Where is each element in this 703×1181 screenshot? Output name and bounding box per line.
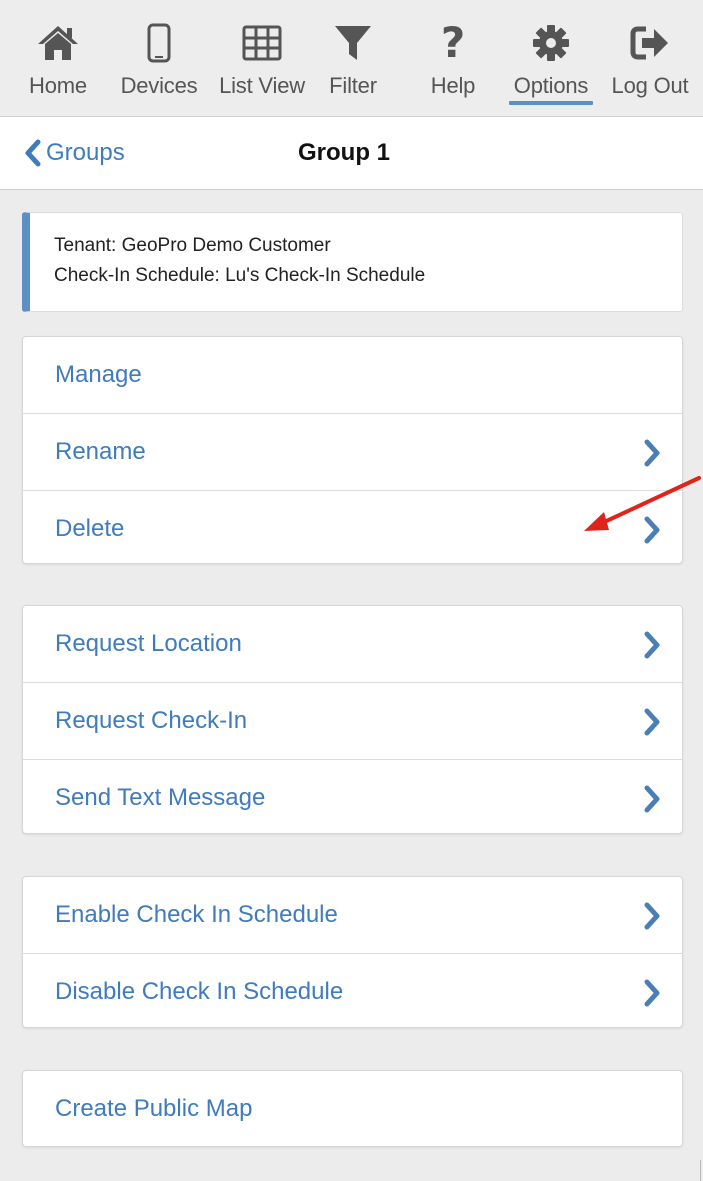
- nav-options[interactable]: Options: [506, 0, 596, 116]
- menu-item-label: Enable Check In Schedule: [55, 901, 338, 928]
- logout-icon: [630, 22, 670, 64]
- nav-filter-label: Filter: [329, 73, 377, 98]
- public-map-card: Create Public Map: [22, 1070, 683, 1147]
- gear-icon: [531, 22, 571, 64]
- nav-log-out-label: Log Out: [611, 73, 689, 98]
- chevron-left-icon: [25, 139, 41, 167]
- chevron-right-icon: [644, 439, 660, 467]
- chevron-right-icon: [644, 631, 660, 659]
- menu-item-request-location[interactable]: Request Location: [23, 606, 682, 683]
- home-icon: [36, 22, 80, 64]
- menu-item-delete[interactable]: Delete: [23, 491, 682, 567]
- nav-devices-label: Devices: [120, 73, 198, 98]
- chevron-right-icon: [644, 785, 660, 813]
- scrollbar-edge: [700, 1160, 701, 1181]
- back-button-label: Groups: [46, 139, 125, 166]
- manage-actions-card: Manage Rename Delete: [22, 336, 683, 564]
- menu-item-label: Delete: [55, 515, 125, 542]
- page-header: Groups Group 1: [0, 117, 703, 190]
- menu-item-manage[interactable]: Manage: [23, 337, 682, 414]
- chevron-right-icon: [644, 902, 660, 930]
- nav-list-view[interactable]: List View: [210, 0, 314, 116]
- menu-item-send-text-message[interactable]: Send Text Message: [23, 760, 682, 836]
- group-info-card: Tenant: GeoPro Demo Customer Check-In Sc…: [22, 212, 683, 312]
- active-tab-indicator: [509, 101, 593, 105]
- menu-item-request-check-in[interactable]: Request Check-In: [23, 683, 682, 760]
- tenant-text: Tenant: GeoPro Demo Customer: [54, 235, 331, 256]
- device-icon: [146, 22, 172, 64]
- menu-item-label: Disable Check In Schedule: [55, 978, 344, 1005]
- nav-log-out[interactable]: Log Out: [604, 0, 696, 116]
- top-nav-bar: Home Devices List View Filter ? Help Opt…: [0, 0, 703, 117]
- menu-item-label: Create Public Map: [55, 1095, 253, 1122]
- back-button[interactable]: Groups: [24, 135, 125, 171]
- schedule-actions-card: Enable Check In Schedule Disable Check I…: [22, 876, 683, 1028]
- chevron-right-icon: [644, 516, 660, 544]
- help-icon: ?: [440, 18, 466, 67]
- page-title: Group 1: [298, 139, 391, 166]
- menu-item-create-public-map[interactable]: Create Public Map: [23, 1071, 682, 1147]
- menu-item-disable-check-in-schedule[interactable]: Disable Check In Schedule: [23, 954, 682, 1030]
- nav-list-view-label: List View: [219, 73, 305, 98]
- filter-icon: [333, 22, 373, 64]
- menu-item-rename[interactable]: Rename: [23, 414, 682, 491]
- chevron-right-icon: [644, 979, 660, 1007]
- grid-icon: [242, 22, 282, 64]
- nav-options-label: Options: [513, 73, 589, 98]
- schedule-text: Check-In Schedule: Lu's Check-In Schedul…: [54, 265, 426, 286]
- nav-home-label: Home: [29, 73, 87, 98]
- menu-item-label: Rename: [55, 438, 146, 465]
- menu-item-label: Request Location: [55, 630, 242, 657]
- request-actions-card: Request Location Request Check-In Send T…: [22, 605, 683, 834]
- nav-filter[interactable]: Filter: [318, 0, 388, 116]
- nav-home[interactable]: Home: [20, 0, 96, 116]
- menu-item-enable-check-in-schedule[interactable]: Enable Check In Schedule: [23, 877, 682, 954]
- nav-help[interactable]: ? Help: [420, 0, 486, 116]
- menu-item-label: Manage: [55, 361, 142, 388]
- nav-help-label: Help: [430, 73, 476, 98]
- chevron-right-icon: [644, 708, 660, 736]
- menu-item-label: Send Text Message: [55, 784, 266, 811]
- nav-devices[interactable]: Devices: [112, 0, 206, 116]
- menu-item-label: Request Check-In: [55, 707, 248, 734]
